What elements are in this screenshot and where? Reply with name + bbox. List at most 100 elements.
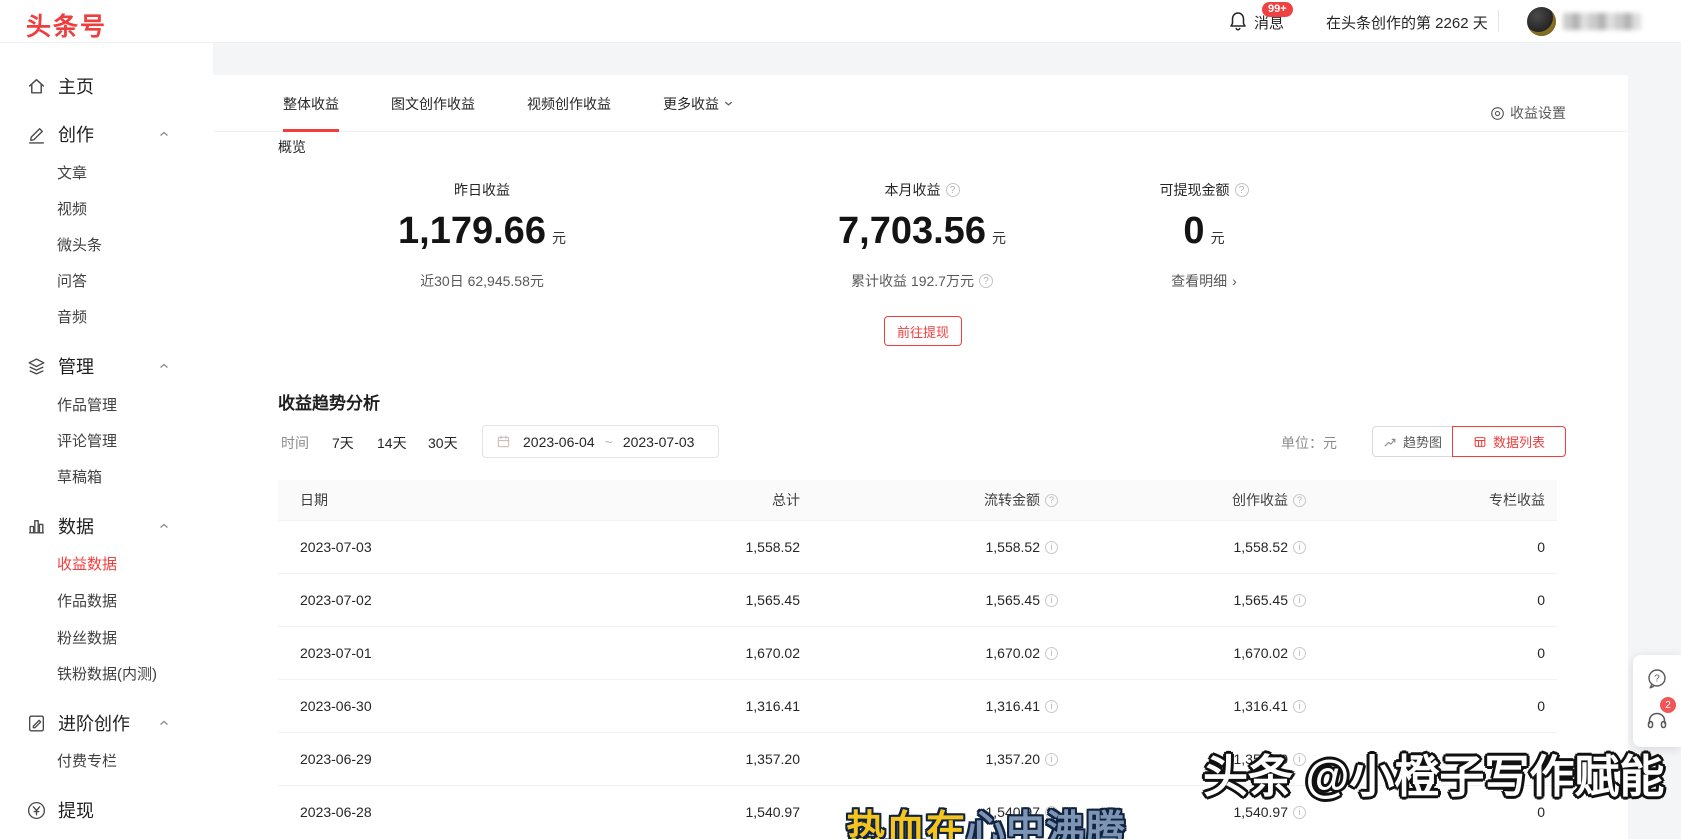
sidebar-item-data[interactable]: 数据 [0, 508, 213, 544]
table-row: 2023-07-02 1,565.45 1,565.45i 1,565.45i … [278, 573, 1557, 626]
sidebar-item-label: 主页 [58, 73, 94, 99]
go-withdraw-button[interactable]: 前往提现 [884, 316, 962, 346]
trend-chart-view-button[interactable]: 趋势图 [1372, 426, 1453, 457]
tab-article-earnings[interactable]: 图文创作收益 [391, 75, 475, 132]
tab-label: 图文创作收益 [391, 94, 475, 114]
sidebar-item-earnings-data[interactable]: 收益数据 [0, 545, 213, 581]
card-value: 1,179.66元 [398, 208, 566, 261]
cell-transfer: 1,357.20i [800, 751, 1058, 767]
cell-total: 1,540.97 [540, 804, 800, 820]
earnings-settings-button[interactable]: 收益设置 [1490, 103, 1566, 123]
tab-more-earnings[interactable]: 更多收益 [663, 75, 734, 132]
info-icon[interactable]: i [1293, 647, 1306, 660]
cell-column: 0 [1306, 645, 1545, 661]
settings-icon [1490, 106, 1505, 121]
sidebar-item-audio[interactable]: 音频 [0, 298, 213, 334]
info-icon[interactable]: i [1293, 806, 1306, 819]
cell-total: 1,558.52 [540, 539, 800, 555]
header-transfer: 流转金额? [800, 490, 1058, 510]
sidebar-item-works-manage[interactable]: 作品管理 [0, 386, 213, 422]
messages-badge: 99+ [1262, 2, 1293, 17]
sidebar-item-qa[interactable]: 问答 [0, 262, 213, 298]
card-value: 0元 [1183, 208, 1224, 261]
table-header-row: 日期 总计 流转金额? 创作收益? 专栏收益 [278, 480, 1557, 520]
info-icon[interactable]: i [1293, 594, 1306, 607]
yuan-circle-icon [26, 800, 47, 821]
info-icon[interactable]: i [1045, 753, 1058, 766]
sidebar-item-manage[interactable]: 管理 [0, 348, 213, 384]
time-option-7d[interactable]: 7天 [332, 433, 354, 453]
home-icon [26, 76, 47, 97]
sidebar-item-home[interactable]: 主页 [0, 68, 213, 104]
sidebar-item-drafts[interactable]: 草稿箱 [0, 458, 213, 494]
cell-transfer: 1,558.52i [800, 539, 1058, 555]
doc-edit-icon [26, 713, 47, 734]
cell-transfer: 1,316.41i [800, 698, 1058, 714]
help-bubble-icon[interactable]: ? [1645, 667, 1669, 691]
sidebar-item-label: 管理 [58, 353, 94, 379]
unit-label: 单位：元 [1281, 433, 1337, 453]
header-creation: 创作收益? [1058, 490, 1306, 510]
unit-label: 元 [992, 230, 1006, 246]
cell-creation: 1,670.02i [1058, 645, 1306, 661]
cell-total: 1,316.41 [540, 698, 800, 714]
sidebar-item-videos[interactable]: 视频 [0, 190, 213, 226]
layers-icon [26, 356, 47, 377]
help-icon[interactable]: ? [1045, 494, 1058, 507]
sidebar-item-label: 提现 [58, 797, 94, 823]
top-header: 头条号 消息 99+ 在头条创作的第 2262 天 [0, 0, 1681, 43]
sidebar-item-works-data[interactable]: 作品数据 [0, 582, 213, 618]
info-icon[interactable]: i [1045, 541, 1058, 554]
sidebar-item-withdraw[interactable]: 提现 [0, 792, 213, 828]
earnings-tabs: 整体收益 图文创作收益 视频创作收益 更多收益 [283, 75, 734, 132]
info-icon[interactable]: i [1045, 647, 1058, 660]
chevron-up-icon [158, 717, 170, 729]
sidebar-item-articles[interactable]: 文章 [0, 154, 213, 190]
help-icon[interactable]: ? [979, 274, 993, 288]
avatar[interactable] [1527, 7, 1556, 36]
time-option-30d[interactable]: 30天 [428, 433, 458, 453]
sidebar-item-advanced-creation[interactable]: 进阶创作 [0, 705, 213, 741]
card-subtext: 近30日 62,945.58元 [420, 271, 544, 291]
cell-total: 1,357.20 [540, 751, 800, 767]
cell-date: 2023-07-03 [300, 539, 540, 555]
card-label: 本月收益 [885, 180, 941, 200]
cell-column: 0 [1306, 804, 1545, 820]
cell-date: 2023-06-28 [300, 804, 540, 820]
tab-overall-earnings[interactable]: 整体收益 [283, 75, 339, 132]
help-icon[interactable]: ? [946, 183, 960, 197]
unit-label: 元 [1211, 230, 1225, 246]
cell-transfer: 1,670.02i [800, 645, 1058, 661]
table-row: 2023-07-01 1,670.02 1,670.02i 1,670.02i … [278, 626, 1557, 679]
info-icon[interactable]: i [1293, 700, 1306, 713]
username-blurred[interactable] [1563, 13, 1641, 30]
sidebar-item-label: 进阶创作 [58, 710, 130, 736]
sidebar-item-label: 数据 [58, 513, 94, 539]
cell-date: 2023-07-02 [300, 592, 540, 608]
sidebar-item-superfans-data[interactable]: 铁粉数据(内测) [0, 655, 213, 691]
tab-label: 视频创作收益 [527, 94, 611, 114]
time-option-14d[interactable]: 14天 [377, 433, 407, 453]
sidebar-item-microtoutiao[interactable]: 微头条 [0, 226, 213, 262]
info-icon[interactable]: i [1293, 541, 1306, 554]
header-total: 总计 [540, 490, 800, 510]
sidebar-item-creation[interactable]: 创作 [0, 116, 213, 152]
chevron-up-icon [158, 360, 170, 372]
help-icon[interactable]: ? [1293, 494, 1306, 507]
svg-text:?: ? [1654, 674, 1660, 685]
data-list-view-button[interactable]: 数据列表 [1452, 426, 1566, 457]
sidebar-item-fans-data[interactable]: 粉丝数据 [0, 619, 213, 655]
table-row: 2023-06-30 1,316.41 1,316.41i 1,316.41i … [278, 679, 1557, 732]
toutiao-logo[interactable]: 头条号 [26, 7, 107, 43]
tab-video-earnings[interactable]: 视频创作收益 [527, 75, 611, 132]
sidebar-item-comments-manage[interactable]: 评论管理 [0, 422, 213, 458]
card-month-earnings: 本月收益? 7,703.56元 累计收益 192.7万元? [772, 180, 1072, 291]
bell-icon[interactable] [1227, 10, 1249, 32]
info-icon[interactable]: i [1045, 594, 1058, 607]
floating-support-widget: ? 2 [1633, 655, 1681, 747]
sidebar-item-paid-column[interactable]: 付费专栏 [0, 742, 213, 778]
help-icon[interactable]: ? [1235, 183, 1249, 197]
date-range-picker[interactable]: 2023-06-04 ~ 2023-07-03 [482, 425, 719, 458]
info-icon[interactable]: i [1045, 700, 1058, 713]
view-details-link[interactable]: 查看明细› [1171, 271, 1237, 291]
